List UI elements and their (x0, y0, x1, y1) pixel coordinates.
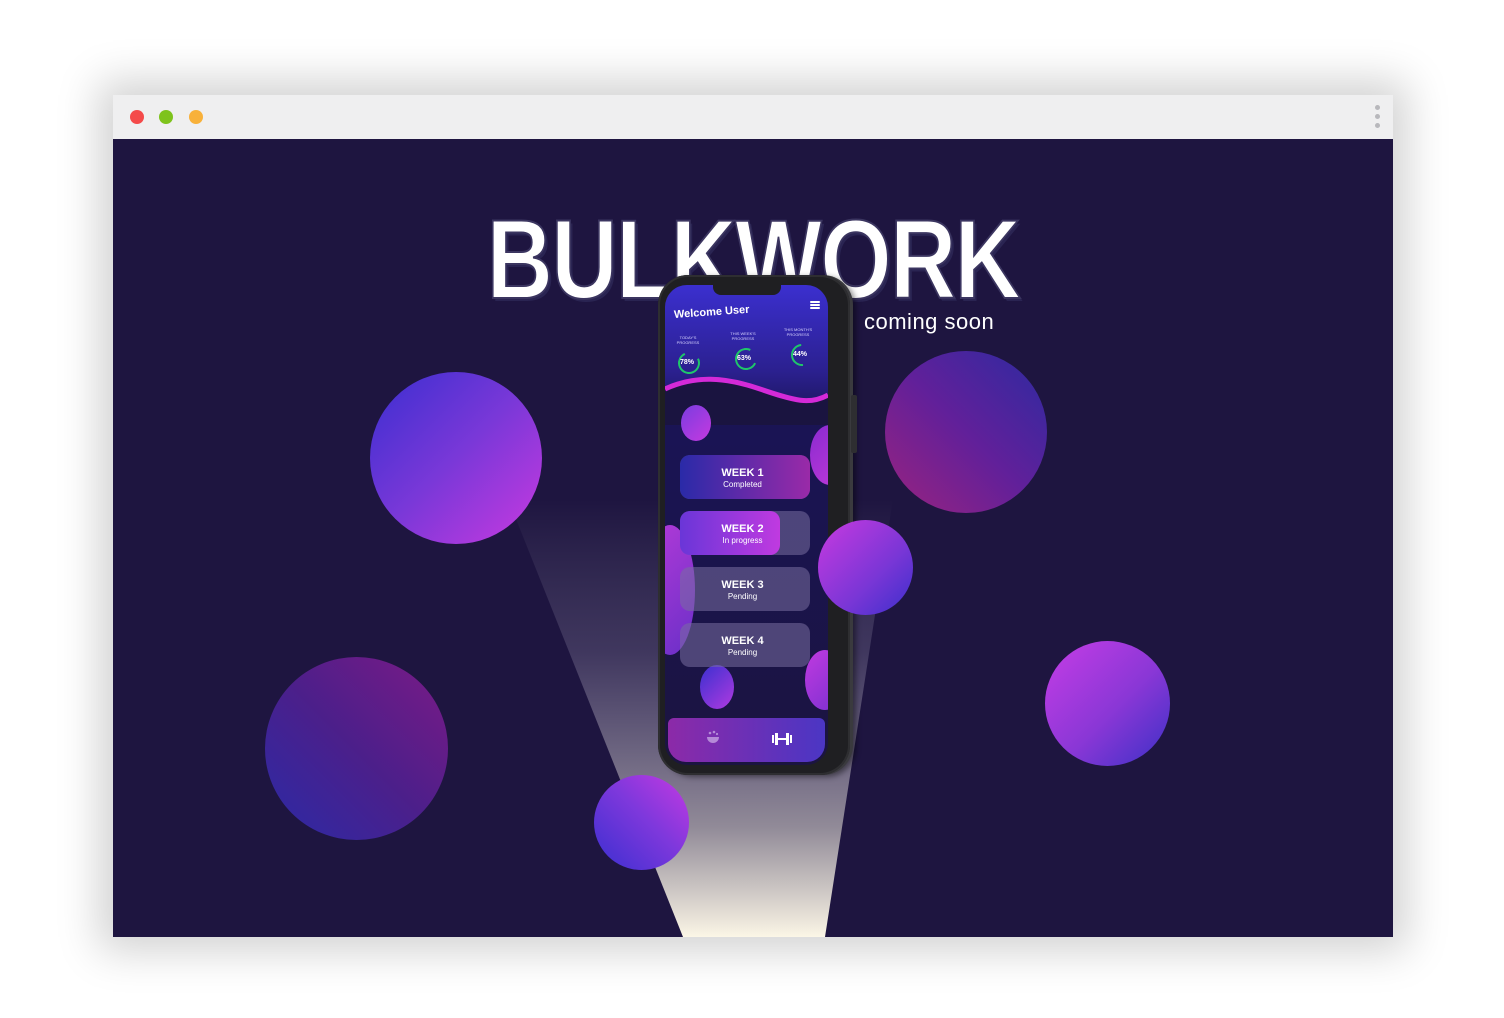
close-window-button[interactable] (130, 110, 144, 124)
decorative-bubble (594, 775, 689, 870)
browser-titlebar (113, 95, 1393, 139)
page-viewport: BULKWORK Welcome User TODAY'S PROGRESS T… (113, 139, 1393, 937)
page-subtitle: coming soon (864, 309, 995, 334)
maximize-window-button[interactable] (189, 110, 203, 124)
stat-label-week: THIS WEEK'S PROGRESS (730, 331, 756, 341)
food-bowl-icon[interactable] (706, 730, 720, 746)
week-card-3[interactable]: WEEK 3 Pending (680, 567, 810, 611)
decorative-bubble (370, 372, 542, 544)
stat-value-today: 78% (679, 359, 694, 366)
decorative-bubble (700, 665, 734, 709)
week-card-4[interactable]: WEEK 4 Pending (680, 623, 810, 667)
week-status: In progress (722, 536, 763, 545)
week-title: WEEK 4 (721, 635, 764, 647)
week-title: WEEK 3 (721, 579, 764, 591)
decorative-bubble (885, 351, 1047, 513)
stat-value-week: 63% (736, 355, 751, 362)
kebab-menu-icon[interactable] (1373, 105, 1381, 131)
week-title: WEEK 1 (721, 467, 764, 479)
week-title: WEEK 2 (721, 523, 764, 535)
decorative-bubble (681, 405, 711, 441)
minimize-window-button[interactable] (159, 110, 173, 124)
welcome-heading: Welcome User (673, 303, 750, 321)
decorative-bubble (818, 520, 913, 615)
week-status: Pending (727, 592, 758, 601)
phone-tabbar (668, 718, 825, 762)
decorative-bubble (265, 657, 448, 840)
hamburger-icon[interactable] (810, 301, 820, 309)
stat-label-today: TODAY'S PROGRESS (676, 335, 700, 345)
phone-screen: Welcome User TODAY'S PROGRESS THIS WEEK'… (665, 285, 828, 765)
stat-label-month: THIS MONTH'S PROGRESS (783, 327, 813, 337)
decorative-bubble (1045, 641, 1170, 766)
stat-value-month: 44% (792, 351, 807, 358)
decorative-bubble (810, 425, 828, 485)
browser-window: BULKWORK Welcome User TODAY'S PROGRESS T… (113, 95, 1393, 937)
dumbbell-icon[interactable] (771, 732, 793, 746)
week-card-1[interactable]: WEEK 1 Completed (680, 455, 810, 499)
phone-mockup: Welcome User TODAY'S PROGRESS THIS WEEK'… (658, 275, 857, 775)
week-status: Completed (723, 480, 762, 489)
week-card-2[interactable]: WEEK 2 In progress (680, 511, 810, 555)
week-status: Pending (727, 648, 758, 657)
